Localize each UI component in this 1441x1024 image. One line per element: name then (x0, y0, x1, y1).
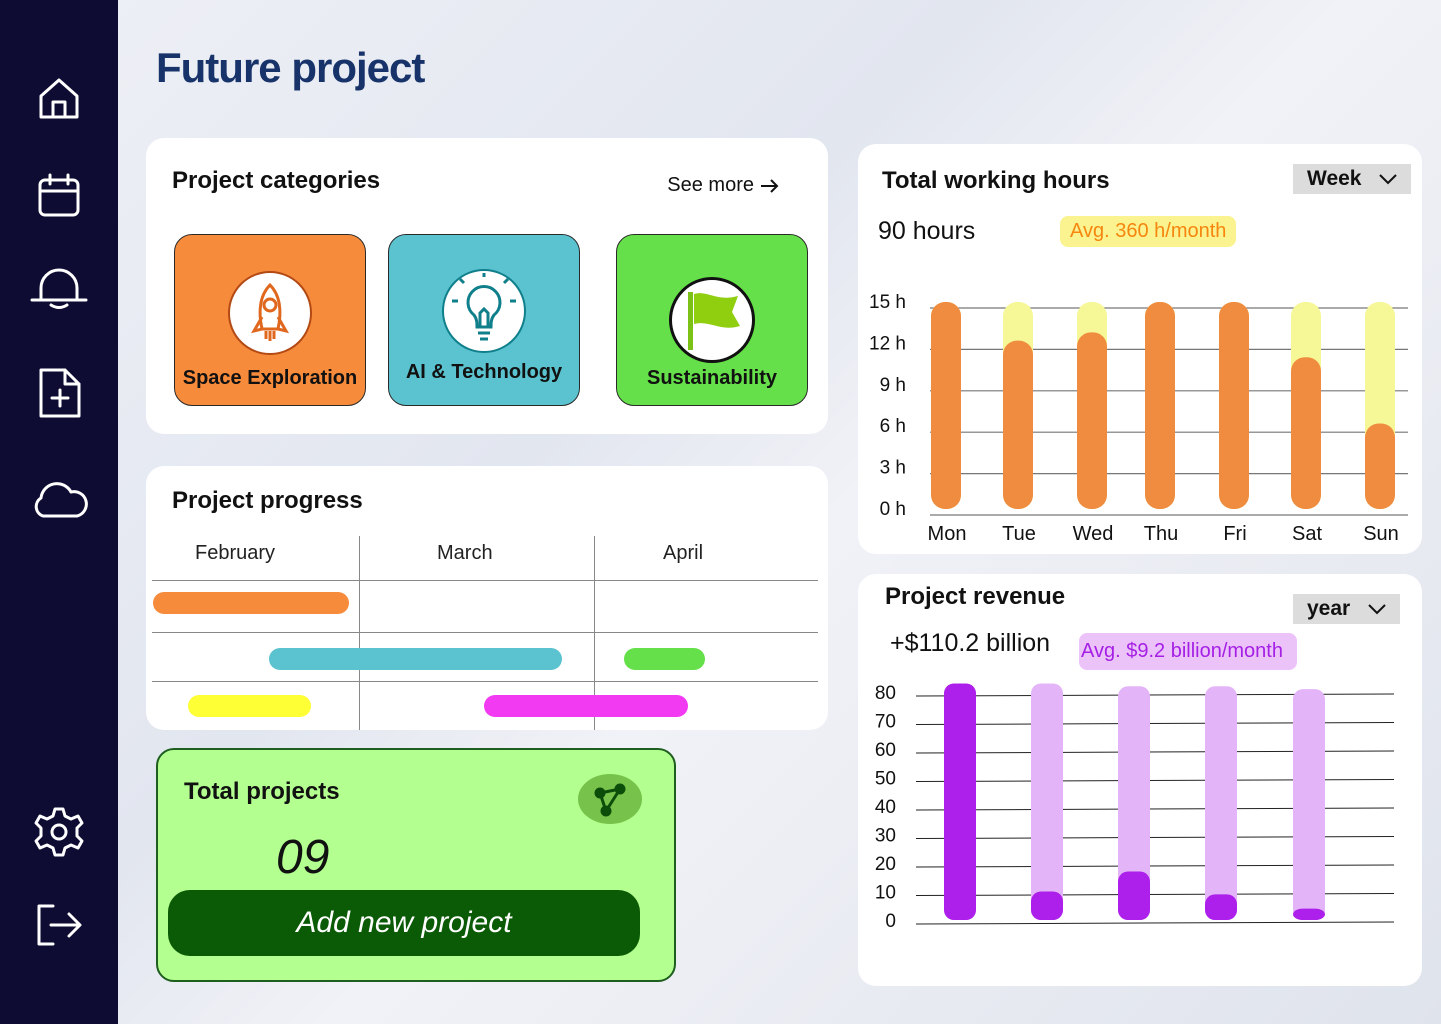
total-projects-count: 09 (276, 831, 330, 884)
bar (1291, 357, 1321, 509)
gantt-row-line (152, 632, 818, 633)
revenue-card: Project revenue year +$110.2 billion Avg… (858, 574, 1422, 986)
file-add-icon[interactable] (0, 366, 118, 420)
bar (1219, 302, 1249, 509)
x-tick-label: Wed (1073, 523, 1114, 545)
month-label: March (437, 542, 493, 564)
bar (1293, 908, 1325, 920)
total-projects-card: Total projects 09 Add new project (156, 748, 676, 982)
category-label: Space Exploration (182, 367, 358, 389)
y-tick-label: 10 (875, 883, 896, 904)
bar (1031, 891, 1063, 920)
bar (1118, 871, 1150, 920)
y-tick-label: 15 h (869, 292, 906, 313)
y-tick-label: 0 h (880, 499, 906, 520)
y-tick-label: 0 (885, 911, 896, 932)
bar (931, 302, 961, 509)
bar (1145, 302, 1175, 509)
add-new-project-button[interactable]: Add new project (168, 890, 640, 956)
arrow-right-icon (761, 178, 779, 193)
grid-line (915, 921, 1395, 925)
page-title: Future project (156, 44, 425, 91)
calendar-icon[interactable] (0, 172, 118, 220)
y-tick-label: 20 (875, 854, 896, 875)
gantt-bar[interactable] (153, 592, 349, 614)
bar (1003, 340, 1033, 509)
x-tick-label: Mon (928, 523, 967, 545)
bar (1205, 894, 1237, 920)
gantt-bar[interactable] (269, 648, 562, 670)
card-title: Project progress (172, 487, 363, 514)
category-label: Sustainability (646, 367, 778, 389)
project-categories-card: Project categories See more Space Explor… (146, 138, 828, 434)
bar-background (1205, 686, 1237, 920)
y-tick-label: 50 (875, 769, 896, 790)
working-hours-card: Total working hours Week 90 hours Avg. 3… (858, 144, 1422, 554)
gantt-bar[interactable] (624, 648, 705, 670)
x-tick-label: Fri (1223, 523, 1246, 545)
y-tick-label: 60 (875, 740, 896, 761)
x-tick-label: Sat (1292, 523, 1322, 545)
bell-icon[interactable] (0, 262, 118, 310)
home-icon[interactable] (0, 74, 118, 122)
logout-icon[interactable] (0, 900, 118, 950)
flag-icon (669, 277, 755, 363)
gantt-bar[interactable] (188, 695, 311, 717)
bar (1365, 423, 1395, 509)
y-tick-label: 3 h (880, 458, 906, 479)
category-tile-sustainability[interactable]: Sustainability (616, 234, 808, 406)
y-tick-label: 70 (875, 712, 896, 733)
y-tick-label: 12 h (869, 333, 906, 354)
y-tick-label: 30 (875, 826, 896, 847)
sidebar (0, 0, 118, 1024)
revenue-chart: 80 70 60 50 40 30 20 10 0 (875, 683, 1395, 932)
category-tile-space-exploration[interactable]: Space Exploration (174, 234, 366, 406)
month-label: April (663, 542, 704, 564)
category-label: AI & Technology (405, 361, 563, 383)
project-progress-card: Project progress February March April (146, 466, 828, 730)
card-title: Project categories (172, 167, 381, 194)
category-tile-ai-technology[interactable]: AI & Technology (388, 234, 580, 406)
cloud-icon[interactable] (0, 478, 118, 522)
month-label: February (195, 542, 276, 564)
y-tick-label: 80 (875, 683, 896, 704)
y-tick-label: 9 h (880, 375, 906, 396)
gantt-divider (359, 536, 360, 730)
bar (1077, 332, 1107, 509)
x-tick-label: Tue (1002, 523, 1036, 545)
settings-icon[interactable] (0, 805, 118, 859)
gantt-row-line (152, 681, 818, 682)
see-more-link[interactable]: See more (667, 174, 780, 197)
bar-background (1293, 689, 1325, 920)
card-title: Total projects (184, 778, 340, 805)
rocket-icon (228, 271, 312, 355)
gantt-bar[interactable] (484, 695, 688, 717)
x-tick-label: Sun (1363, 523, 1399, 545)
gantt-row-line (152, 580, 818, 581)
bar (944, 683, 976, 920)
y-tick-label: 40 (875, 797, 896, 818)
lightbulb-icon (442, 269, 526, 353)
y-tick-label: 6 h (880, 416, 906, 437)
bar-background (1031, 683, 1063, 920)
working-hours-chart: 15 h 12 h 9 h 6 h 3 h 0 h Mon Tue Wed Thu Fri Sat Su… (869, 292, 1408, 545)
share-button[interactable] (578, 774, 642, 824)
share-icon (594, 783, 626, 817)
see-more-label: See more (667, 174, 754, 196)
x-tick-label: Thu (1144, 523, 1178, 545)
